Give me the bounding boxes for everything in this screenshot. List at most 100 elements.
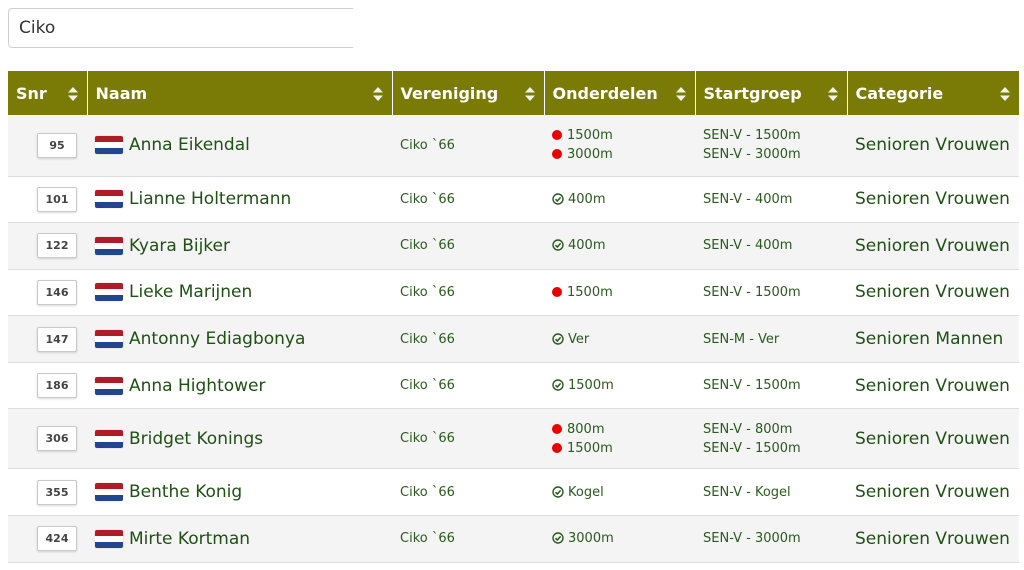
event-item: 1500m: [552, 126, 687, 145]
red-dot-icon: [552, 442, 562, 453]
search-input[interactable]: [9, 9, 353, 47]
club-cell: Ciko `66: [392, 468, 544, 517]
event-item: Ver: [552, 330, 687, 349]
sort-icon[interactable]: [827, 86, 838, 101]
start-number-badge: 101: [37, 186, 77, 212]
category-cell: Senioren Vrouwen: [847, 176, 1019, 224]
header-label: Vereniging: [400, 83, 499, 103]
athlete-name-link[interactable]: Lianne Holtermann: [129, 189, 291, 209]
name-cell: Lieke Marijnen: [87, 269, 392, 317]
netherlands-flag-icon: [95, 376, 123, 395]
check-circle-icon: [552, 192, 564, 205]
netherlands-flag-icon: [95, 136, 123, 155]
table-row[interactable]: 306 Bridget Konings Ciko `66 800m 1500m SEN-V…: [8, 408, 1019, 470]
category-cell: Senioren Vrouwen: [847, 515, 1019, 563]
start-number-badge: 122: [37, 233, 77, 259]
athlete-name-link[interactable]: Mirte Kortman: [129, 529, 250, 549]
startgroup-item: SEN-V - 1500m: [703, 128, 801, 144]
event-item: 3000m: [552, 529, 687, 548]
header-startgroep[interactable]: Startgroep: [695, 71, 848, 115]
category-cell: Senioren Vrouwen: [847, 362, 1019, 410]
athlete-name-link[interactable]: Antonny Ediagbonya: [129, 329, 305, 349]
snr-cell: 186: [8, 362, 87, 410]
table-row[interactable]: 122 Kyara Bijker Ciko `66 400m SEN-V - 400m S…: [8, 222, 1019, 270]
startgroup-cell: SEN-V - 800m SEN-V - 1500m: [695, 408, 847, 470]
header-row: Snr Naam Vereniging Onderdelen Startgroep Cat…: [8, 71, 1019, 115]
start-number-badge: 355: [37, 479, 77, 505]
events-cell: 400m: [544, 176, 695, 224]
category-cell: Senioren Vrouwen: [847, 115, 1019, 177]
startgroup-item: SEN-V - Kogel: [703, 484, 791, 500]
sort-icon[interactable]: [675, 86, 686, 101]
club-cell: Ciko `66: [392, 408, 544, 470]
table-row[interactable]: 95 Anna Eikendal Ciko `66 1500m 3000m SEN-V -…: [8, 115, 1019, 177]
sort-icon[interactable]: [1000, 86, 1010, 101]
header-vereniging[interactable]: Vereniging: [392, 71, 545, 115]
snr-cell: 355: [8, 468, 87, 517]
events-cell: 3000m: [544, 515, 695, 563]
header-categorie[interactable]: Categorie: [847, 71, 1019, 115]
events-cell: 1500m 3000m: [544, 115, 695, 177]
startgroup-cell: SEN-V - 1500m: [695, 362, 847, 410]
events-cell: 1500m: [544, 362, 695, 410]
red-dot-icon: [552, 423, 562, 434]
red-dot-icon: [552, 286, 562, 297]
table-row[interactable]: 186 Anna Hightower Ciko `66 1500m SEN-V - 15…: [8, 362, 1019, 410]
athlete-name-link[interactable]: Benthe Konig: [129, 482, 242, 502]
header-label: Naam: [95, 83, 148, 103]
name-cell: Mirte Kortman: [87, 515, 392, 563]
check-circle-icon: [552, 332, 564, 345]
athlete-name-link[interactable]: Anna Hightower: [129, 376, 266, 396]
table-row[interactable]: 101 Lianne Holtermann Ciko `66 400m SEN-V - …: [8, 176, 1019, 224]
netherlands-flag-icon: [95, 529, 123, 548]
events-cell: 400m: [544, 222, 695, 270]
event-item: 3000m: [552, 145, 687, 164]
check-circle-icon: [552, 531, 564, 545]
athlete-name-link[interactable]: Kyara Bijker: [129, 236, 230, 256]
club-cell: Ciko `66: [392, 362, 544, 410]
events-cell: Ver: [544, 315, 695, 363]
event-label: Ver: [568, 331, 590, 347]
event-label: 1500m: [567, 128, 613, 144]
sort-icon[interactable]: [67, 86, 78, 101]
startgroup-item: SEN-M - Ver: [703, 331, 780, 347]
event-label: 400m: [568, 238, 606, 254]
table-row[interactable]: 355 Benthe Konig Ciko `66 Kogel SEN-V - Koge…: [8, 468, 1019, 517]
events-cell: 800m 1500m: [544, 408, 695, 470]
netherlands-flag-icon: [95, 283, 123, 302]
event-label: Kogel: [568, 484, 604, 500]
header-naam[interactable]: Naam: [87, 71, 393, 115]
header-label: Onderdelen: [552, 83, 658, 103]
name-cell: Anna Eikendal: [87, 115, 392, 177]
athlete-name-link[interactable]: Anna Eikendal: [129, 135, 250, 155]
name-cell: Lianne Holtermann: [87, 176, 392, 224]
startgroup-cell: SEN-V - Kogel: [695, 468, 847, 517]
snr-cell: 147: [8, 315, 87, 363]
athlete-name-link[interactable]: Lieke Marijnen: [129, 282, 252, 302]
table-row[interactable]: 147 Antonny Ediagbonya Ciko `66 Ver SEN-M - …: [8, 315, 1019, 363]
table-row[interactable]: 146 Lieke Marijnen Ciko `66 1500m SEN-V - 15…: [8, 269, 1019, 317]
club-cell: Ciko `66: [392, 176, 544, 224]
red-dot-icon: [552, 130, 562, 141]
snr-cell: 95: [8, 115, 87, 177]
header-label: Categorie: [855, 83, 944, 103]
search-box[interactable]: [8, 8, 353, 48]
red-dot-icon: [552, 149, 562, 160]
sort-icon[interactable]: [524, 86, 535, 101]
table-row[interactable]: 424 Mirte Kortman Ciko `66 3000m SEN-V - 300…: [8, 515, 1019, 563]
category-cell: Senioren Vrouwen: [847, 468, 1019, 517]
check-circle-icon: [552, 238, 564, 252]
athlete-name-link[interactable]: Bridget Konings: [129, 429, 263, 449]
startgroup-item: SEN-V - 400m: [703, 191, 793, 207]
start-number-badge: 95: [37, 132, 77, 158]
header-onderdelen[interactable]: Onderdelen: [544, 71, 696, 115]
club-cell: Ciko `66: [392, 315, 544, 363]
startgroup-item: SEN-V - 1500m: [703, 440, 801, 456]
startgroup-item: SEN-V - 3000m: [703, 531, 801, 547]
header-snr[interactable]: Snr: [8, 71, 88, 115]
sort-icon[interactable]: [372, 86, 383, 101]
event-label: 800m: [567, 421, 605, 437]
startgroup-item: SEN-V - 1500m: [703, 284, 801, 300]
name-cell: Anna Hightower: [87, 362, 392, 410]
startgroup-cell: SEN-V - 1500m SEN-V - 3000m: [695, 115, 847, 177]
